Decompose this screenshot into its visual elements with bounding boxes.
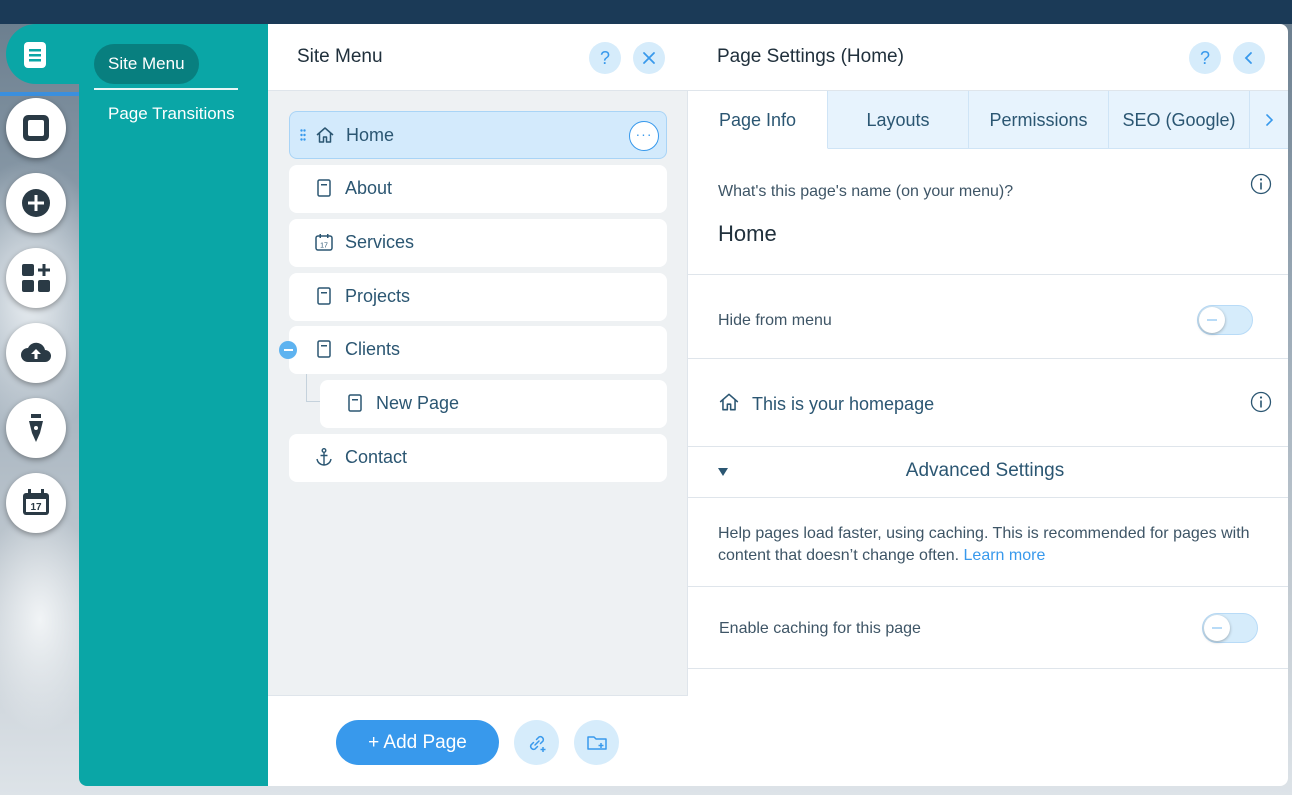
homepage-section: This is your homepage: [688, 359, 1288, 447]
page-item-label: Services: [345, 232, 415, 252]
hide-from-menu-toggle[interactable]: [1197, 305, 1253, 335]
page-item-new-page[interactable]: New Page: [320, 380, 667, 428]
pages-rail-button[interactable]: [10, 30, 60, 80]
homepage-label: This is your homepage: [752, 394, 935, 414]
site-menu-close-button[interactable]: [633, 42, 665, 74]
enable-caching-label: Enable caching for this page: [719, 620, 921, 637]
page-settings-tabs: Page Info Layouts Permissions SEO (Googl…: [688, 91, 1288, 149]
hide-from-menu-section: Hide from menu: [688, 275, 1288, 359]
site-menu-help-button[interactable]: ?: [589, 42, 621, 74]
help-icon: ?: [1199, 47, 1210, 68]
advanced-settings-toggle[interactable]: Advanced Settings: [688, 447, 1288, 498]
page-name-field[interactable]: Home: [718, 221, 777, 247]
collapse-icon: [283, 349, 293, 351]
site-menu-footer: + Add Page: [268, 695, 688, 786]
more-actions-button[interactable]: ···: [629, 121, 659, 151]
subpage-connector: [306, 374, 320, 402]
editor-top-bar: [0, 0, 1292, 24]
collapse-subpages-button[interactable]: [279, 341, 297, 359]
site-menu-title: Site Menu: [297, 46, 383, 67]
page-item-contact[interactable]: Contact: [289, 434, 667, 482]
info-icon[interactable]: [1250, 391, 1272, 413]
add-icon: [22, 189, 50, 217]
submenu-divider: [94, 88, 238, 90]
toggle-knob: [1204, 615, 1230, 641]
page-icon: [317, 340, 331, 358]
blog-rail-button[interactable]: [6, 398, 66, 458]
page-item-label: Contact: [345, 447, 408, 467]
add-folder-button[interactable]: [574, 720, 619, 765]
add-page-button[interactable]: + Add Page: [336, 720, 499, 765]
page-settings-header: Page Settings (Home) ?: [688, 24, 1288, 91]
tabs-scroll-right-button[interactable]: [1250, 91, 1288, 149]
page-item-home[interactable]: Home ···: [289, 111, 667, 159]
page-icon: [348, 394, 362, 412]
folder-icon: [586, 735, 607, 750]
learn-more-link[interactable]: Learn more: [964, 547, 1046, 564]
page-item-label: About: [345, 178, 393, 198]
bookings-rail-button[interactable]: 17: [6, 473, 66, 533]
page-item-label: Home: [346, 125, 395, 145]
add-apps-rail-button[interactable]: [6, 248, 66, 308]
submenu-item-page-transitions[interactable]: Page Transitions: [108, 104, 235, 124]
upload-rail-button[interactable]: [6, 323, 66, 383]
drag-handle-icon[interactable]: [300, 129, 306, 141]
caching-help-section: Help pages load faster, using caching. T…: [688, 498, 1288, 587]
pages-icon: [24, 42, 46, 68]
page-name-question: What's this page's name (on your menu)?: [718, 183, 1014, 200]
enable-caching-toggle[interactable]: [1202, 613, 1258, 643]
page-item-label: Clients: [345, 339, 401, 359]
background-icon: [23, 115, 49, 141]
pen-icon: [29, 414, 43, 442]
page-item-projects[interactable]: Projects: [289, 273, 667, 321]
page-settings-help-button[interactable]: ?: [1189, 42, 1221, 74]
anchor-icon: [316, 448, 332, 466]
page-settings-panel: Page Settings (Home) ? Page Info Layouts…: [688, 24, 1288, 786]
canvas-stripe: [0, 92, 80, 96]
upload-icon: [21, 342, 51, 362]
submenu-item-site-menu[interactable]: Site Menu: [94, 44, 199, 84]
home-icon: [719, 393, 739, 411]
add-link-button[interactable]: [514, 720, 559, 765]
enable-caching-section: Enable caching for this page: [688, 587, 1288, 669]
tab-seo[interactable]: SEO (Google): [1109, 91, 1250, 149]
tab-permissions[interactable]: Permissions: [969, 91, 1109, 149]
hide-from-menu-label: Hide from menu: [718, 312, 832, 329]
page-item-services[interactable]: 17 Services: [289, 219, 667, 267]
info-icon[interactable]: [1250, 173, 1272, 195]
add-rail-button[interactable]: [6, 173, 66, 233]
help-icon: ?: [599, 47, 610, 68]
more-icon: ···: [635, 126, 653, 142]
page-icon: [317, 179, 331, 197]
close-icon: [643, 52, 655, 64]
tab-layouts[interactable]: Layouts: [828, 91, 969, 149]
chevron-right-icon: [1266, 113, 1274, 126]
tab-page-info[interactable]: Page Info: [688, 91, 828, 149]
advanced-settings-label: Advanced Settings: [905, 460, 1065, 481]
home-icon: [316, 127, 334, 143]
calendar-icon: 17: [23, 489, 49, 515]
background-rail-button[interactable]: [6, 98, 66, 158]
pages-submenu: Site Menu Page Transitions: [79, 24, 269, 786]
page-item-clients[interactable]: Clients: [289, 326, 667, 374]
svg-text:17: 17: [30, 502, 42, 513]
page-item-label: Projects: [345, 286, 411, 306]
page-item-label: New Page: [376, 393, 460, 413]
page-name-section: What's this page's name (on your menu)? …: [688, 149, 1288, 275]
page-item-about[interactable]: About: [289, 165, 667, 213]
page-icon: [317, 287, 331, 305]
calendar-page-icon: 17: [315, 234, 333, 251]
link-icon: [529, 735, 545, 752]
svg-text:17: 17: [320, 243, 328, 250]
site-menu-header: Site Menu ?: [268, 24, 688, 91]
toggle-knob: [1199, 307, 1225, 333]
page-settings-title: Page Settings (Home): [717, 46, 904, 67]
add-apps-icon: [22, 264, 50, 292]
chevron-left-icon: [1244, 52, 1252, 64]
site-menu-panel: Site Menu ? Home ··· About 17 Services P…: [268, 24, 688, 786]
page-settings-back-button[interactable]: [1233, 42, 1265, 74]
caching-help-text: Help pages load faster, using caching. T…: [718, 523, 1258, 567]
